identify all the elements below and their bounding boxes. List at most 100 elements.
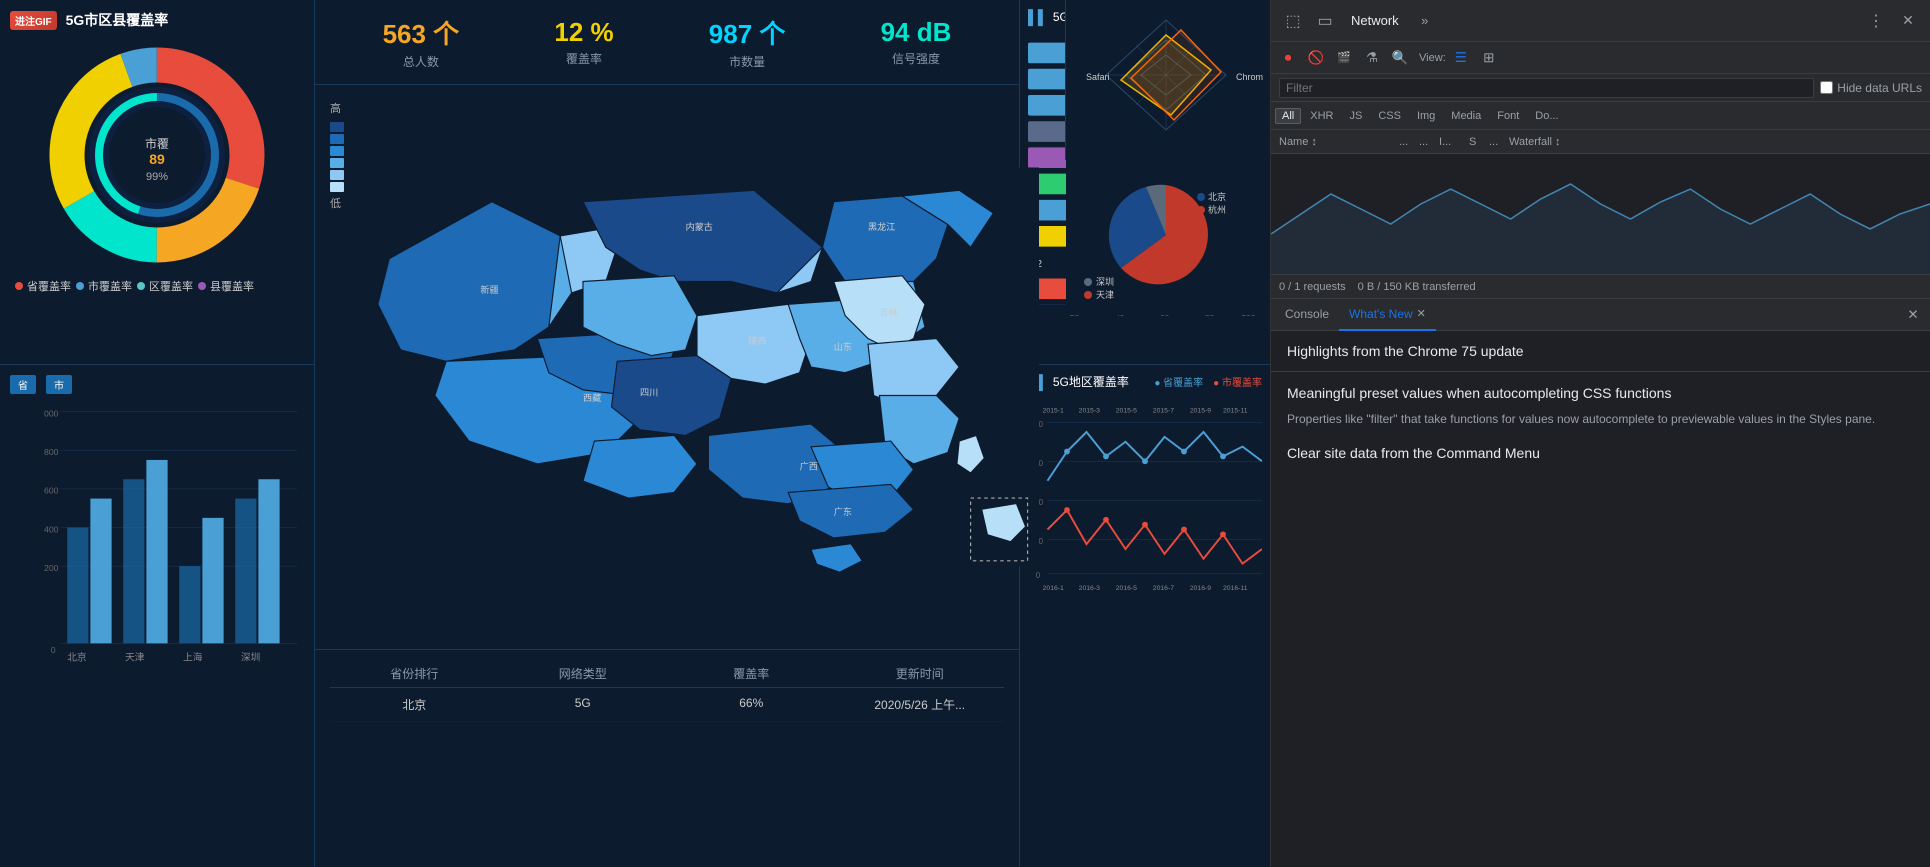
more-tabs-btn[interactable]: »: [1411, 7, 1439, 35]
legend-item-district: 区覆盖率: [137, 278, 193, 294]
hide-data-urls-toggle[interactable]: [1820, 81, 1833, 94]
col-status[interactable]: S: [1465, 136, 1485, 148]
legend-item-province: 省覆盖率: [15, 278, 71, 294]
legend-dot-province: [15, 282, 23, 290]
svg-text:四川: 四川: [640, 388, 658, 398]
svg-text:深圳: 深圳: [241, 653, 260, 664]
legend-dot-city: [76, 282, 84, 290]
network-controls: ⏺ 🚫 🎬 ⚗ 🔍 View: ☰ ⊞: [1271, 42, 1930, 74]
capture-screenshot-btn[interactable]: 🎬: [1331, 45, 1357, 71]
cell-updated: 2020/5/26 上午...: [836, 696, 1005, 713]
stat-label-cities: 市数量: [709, 53, 786, 70]
overflow-menu-btn[interactable]: ⋮: [1862, 7, 1890, 35]
filter-all[interactable]: All: [1275, 108, 1301, 124]
coverage-title: ▌▌ 5G地区覆盖率 ● 省覆盖率 ● 市覆盖率: [1028, 373, 1262, 390]
svg-text:吉林: 吉林: [879, 307, 897, 318]
col-dots1[interactable]: ...: [1395, 136, 1415, 148]
legend-box-6: [330, 182, 344, 192]
network-stats: 0 / 1 requests 0 B / 150 KB transferred: [1271, 274, 1930, 298]
col-waterfall[interactable]: Waterfall ↕: [1505, 136, 1926, 148]
close-devtools-btn[interactable]: ✕: [1894, 7, 1922, 35]
svg-text:2015-1: 2015-1: [1043, 408, 1064, 415]
close-bottom-panel-btn[interactable]: ✕: [1900, 302, 1926, 328]
donut-chart: 市覆 89 99%: [42, 40, 272, 270]
tab-province[interactable]: 省: [10, 375, 36, 394]
legend-high: 高: [330, 100, 344, 116]
network-panel: ⏺ 🚫 🎬 ⚗ 🔍 View: ☰ ⊞ Hide data URLs All X…: [1271, 42, 1930, 867]
donut-section: 进注GIF 5G市区县覆盖率: [0, 0, 314, 365]
stat-value-coverage: 12 %: [554, 17, 613, 48]
stat-label-coverage: 覆盖率: [554, 50, 613, 67]
whats-new-panel: Highlights from the Chrome 75 update Mea…: [1271, 331, 1930, 867]
col-network: 网络类型: [499, 665, 668, 682]
stats-row: 563 个 总人数 12 % 覆盖率 987 个 市数量 94 dB 信号强度: [315, 0, 1019, 85]
console-tab[interactable]: Console: [1275, 299, 1339, 331]
table-header: 省份排行 网络类型 覆盖率 更新时间: [330, 660, 1004, 688]
chart-icon: ▌▌: [1028, 9, 1048, 25]
whats-new-tab[interactable]: What's New ✕: [1339, 299, 1436, 331]
hide-data-urls-checkbox[interactable]: Hide data URLs: [1820, 81, 1922, 95]
filter-doc[interactable]: Do...: [1528, 108, 1565, 124]
record-btn[interactable]: ⏺: [1275, 45, 1301, 71]
tab-city[interactable]: 市: [46, 375, 72, 394]
svg-text:上海: 上海: [183, 652, 203, 664]
filter-img[interactable]: Img: [1410, 108, 1442, 124]
svg-text:89: 89: [149, 151, 165, 167]
svg-text:杭州: 杭州: [1208, 204, 1226, 215]
legend-item-county: 县覆盖率: [198, 278, 254, 294]
filter-font[interactable]: Font: [1490, 108, 1526, 124]
legend-box-5: [330, 170, 344, 180]
device-icon-btn[interactable]: ▭: [1311, 7, 1339, 35]
svg-text:2015-5: 2015-5: [1116, 408, 1137, 415]
svg-text:2016-7: 2016-7: [1153, 585, 1174, 592]
data-table: 省份排行 网络类型 覆盖率 更新时间 北京 5G 66% 2020/5/26 上…: [315, 650, 1019, 867]
svg-text:广东: 广东: [834, 506, 852, 517]
coverage-line-svg: 2015-1 2015-3 2015-5 2015-7 2015-9 2015-…: [1028, 398, 1262, 778]
section-title-1: Meaningful preset values when autocomple…: [1287, 384, 1914, 404]
svg-text:天津: 天津: [1096, 290, 1114, 300]
svg-text:天津: 天津: [125, 653, 145, 664]
filter-media[interactable]: Media: [1444, 108, 1488, 124]
stat-value-people: 563 个: [383, 14, 460, 51]
stat-total-people: 563 个 总人数: [383, 14, 460, 70]
svg-text:99%: 99%: [146, 171, 168, 183]
col-name[interactable]: Name ↕: [1275, 136, 1395, 148]
devtools-toolbar: ⬚ ▭ Network » ⋮ ✕: [1271, 0, 1930, 42]
legend-box-4: [330, 158, 344, 168]
svg-text:黑龙江: 黑龙江: [868, 221, 895, 232]
legend-item-city: 市覆盖率: [76, 278, 132, 294]
list-view-btn[interactable]: ☰: [1448, 45, 1474, 71]
search-btn[interactable]: 🔍: [1387, 45, 1413, 71]
bar-chart-tabs: 省 市: [10, 375, 304, 394]
donut-svg: 市覆 89 99%: [42, 40, 272, 270]
requests-count: 0 / 1 requests: [1279, 281, 1346, 293]
col-dots2[interactable]: ...: [1415, 136, 1435, 148]
whats-new-close-btn[interactable]: ✕: [1417, 307, 1426, 320]
bar-chart-section: 省 市 000 800 600 400 200 0: [0, 365, 314, 867]
filter-xhr[interactable]: XHR: [1303, 108, 1340, 124]
cursor-icon-btn[interactable]: ⬚: [1279, 7, 1307, 35]
svg-text:陕西: 陕西: [748, 335, 766, 346]
map-legend-bar: [330, 122, 344, 192]
clear-btn[interactable]: 🚫: [1303, 45, 1329, 71]
filter-js[interactable]: JS: [1342, 108, 1369, 124]
bar-chart-svg: 000 800 600 400 200 0: [10, 402, 304, 682]
grid-view-btn[interactable]: ⊞: [1476, 45, 1502, 71]
table-row: 北京 5G 66% 2020/5/26 上午...: [330, 688, 1004, 722]
svg-text:800: 800: [44, 447, 59, 457]
svg-text:2016-1: 2016-1: [1043, 585, 1064, 592]
col-initiator[interactable]: I...: [1435, 136, 1465, 148]
waterfall-chart: [1271, 154, 1930, 274]
svg-text:2016-5: 2016-5: [1116, 585, 1137, 592]
filter-input[interactable]: [1279, 78, 1814, 98]
col-province: 省份排行: [330, 665, 499, 682]
filter-btn[interactable]: ⚗: [1359, 45, 1385, 71]
svg-text:北京: 北京: [67, 652, 87, 664]
pie-svg: 北京 杭州 深圳 天津: [1066, 155, 1266, 315]
whats-new-section-1: Meaningful preset values when autocomple…: [1287, 384, 1914, 428]
filter-css[interactable]: CSS: [1371, 108, 1408, 124]
stat-value-cities: 987 个: [709, 14, 786, 51]
legend-box-2: [330, 134, 344, 144]
col-dots3[interactable]: ...: [1485, 136, 1505, 148]
svg-text:广西: 广西: [800, 461, 818, 472]
